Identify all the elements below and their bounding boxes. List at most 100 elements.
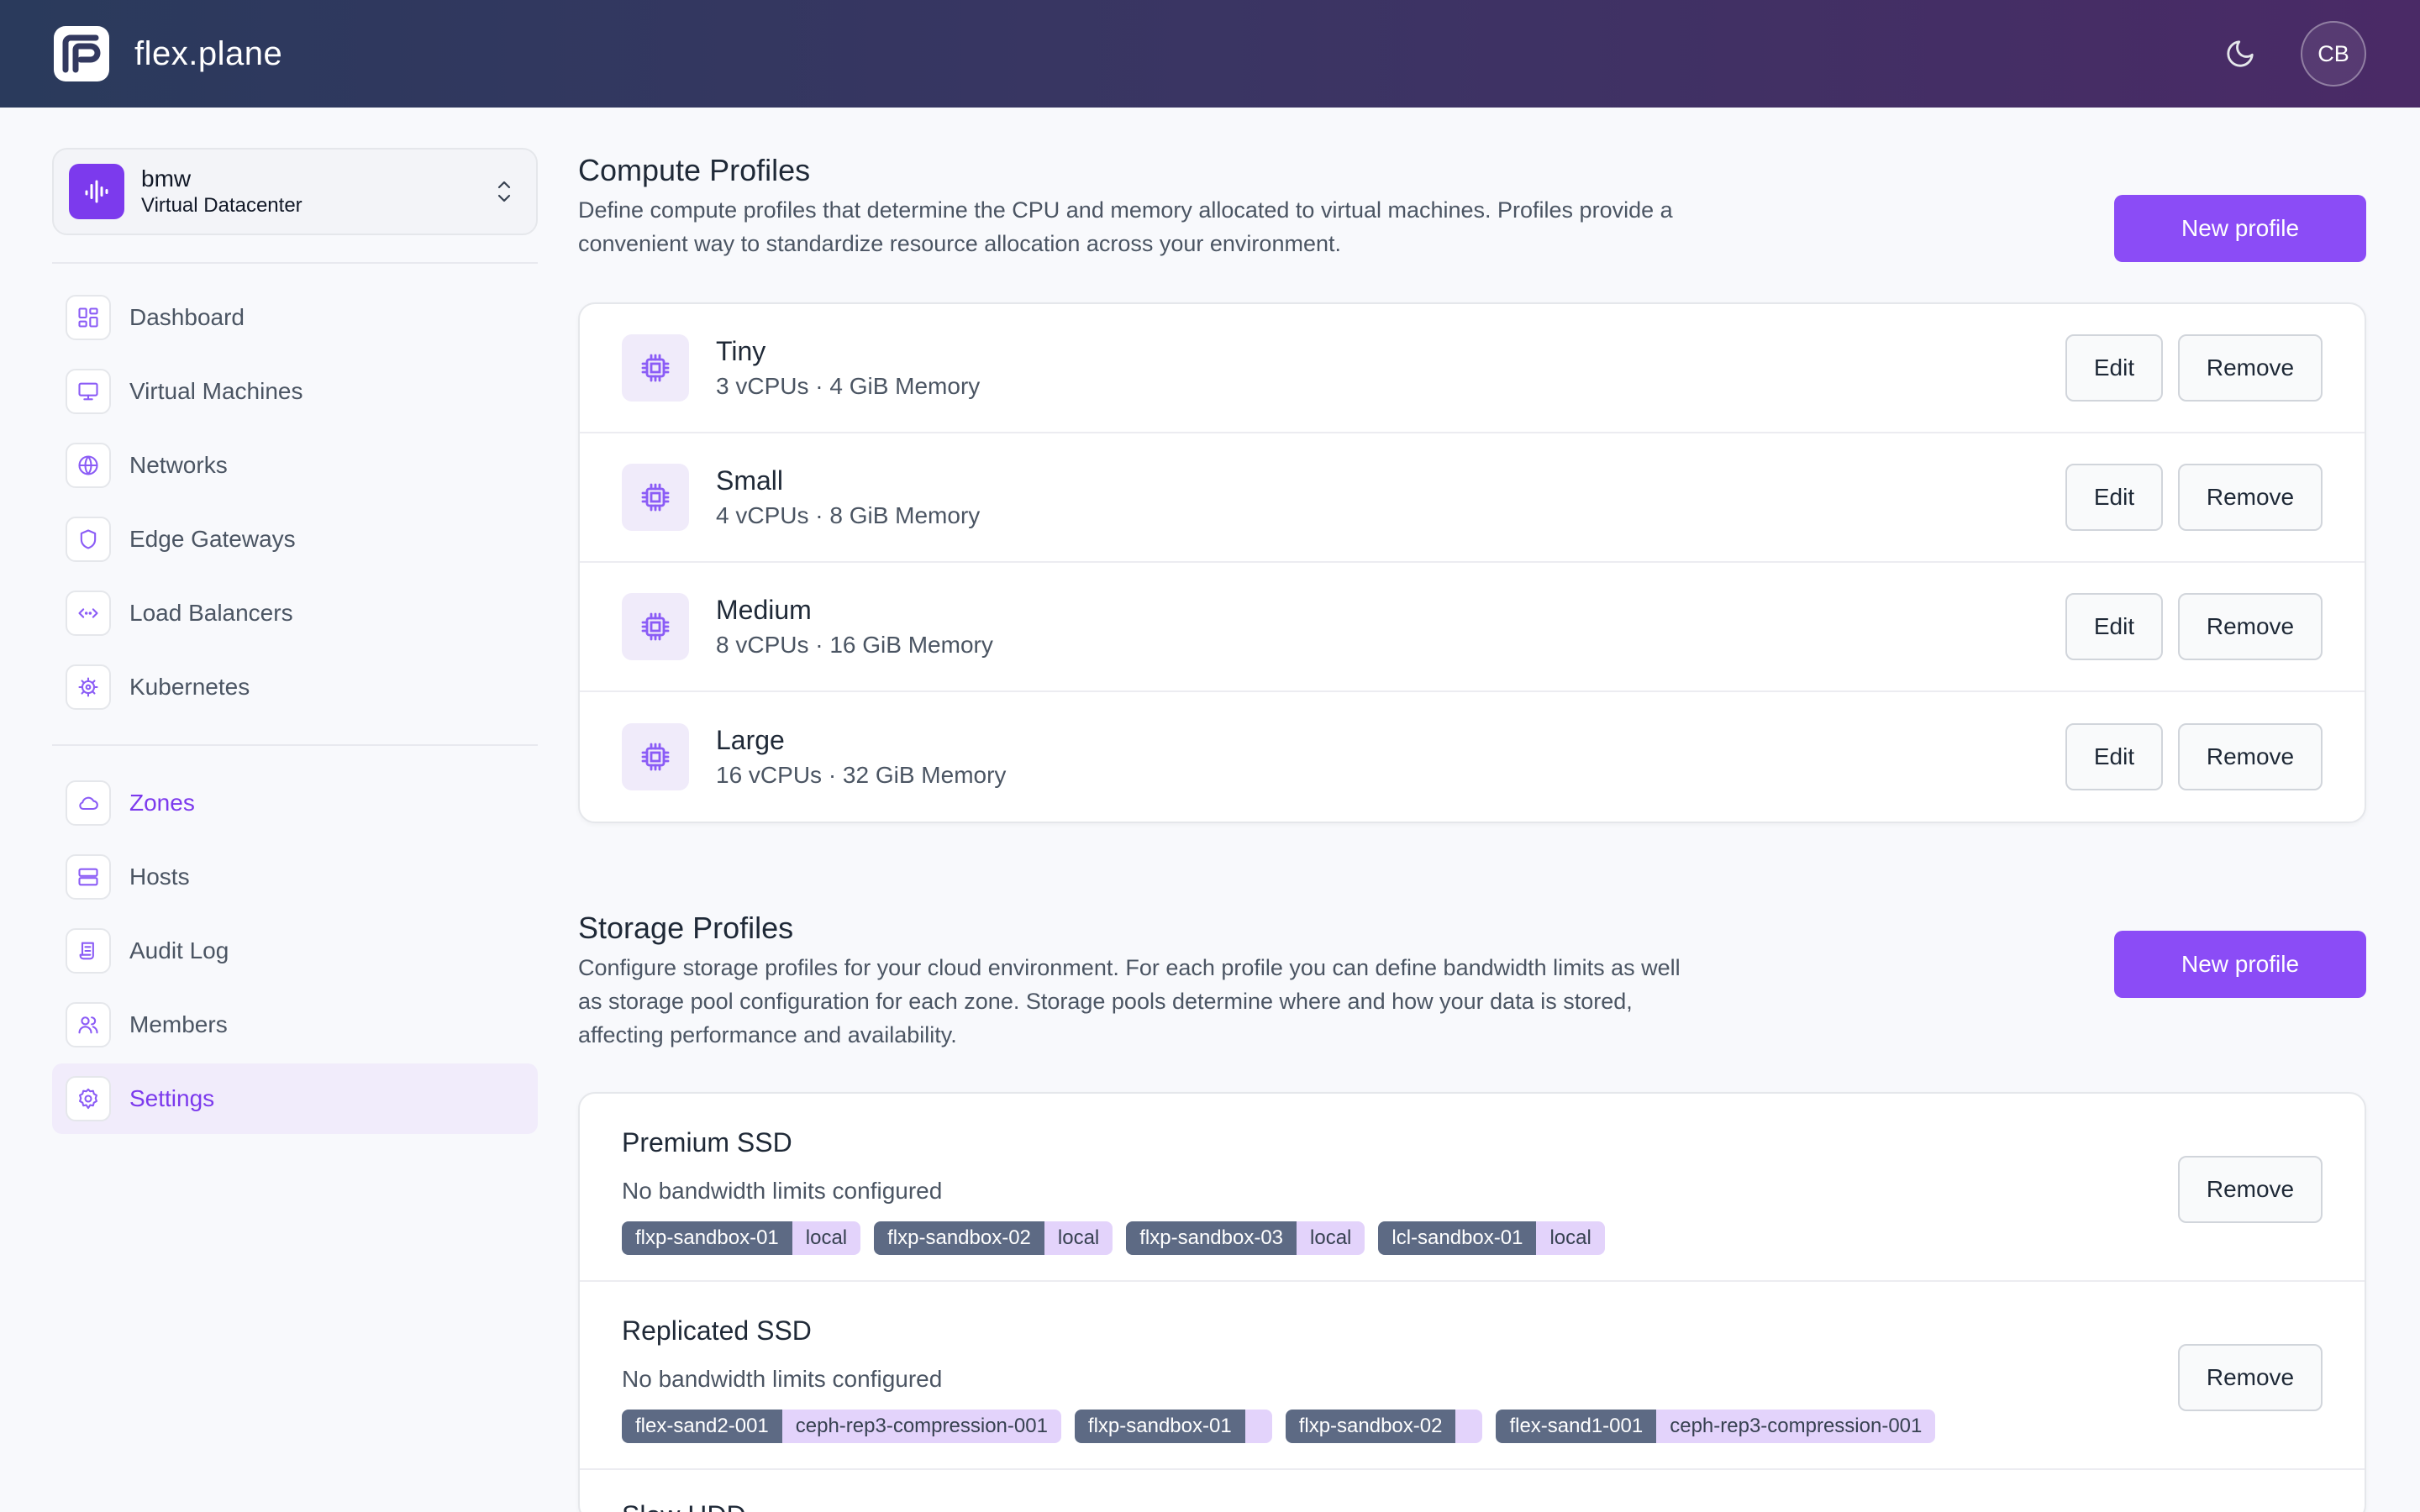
compute-profile-name: Large — [716, 725, 785, 755]
bandwidth-limits-text: No bandwidth limits configured — [622, 1178, 943, 1204]
monitor-icon — [66, 369, 111, 414]
sidebar-item-label: Hosts — [129, 864, 190, 890]
sidebar-item-label: Load Balancers — [129, 600, 293, 626]
sidebar-item-load-balancers[interactable]: Load Balancers — [52, 578, 538, 648]
remove-button[interactable]: Remove — [2178, 723, 2323, 790]
sidebar-item-virtual-machines[interactable]: Virtual Machines — [52, 356, 538, 427]
compute-profile-row: Large 16 vCPUs · 32 GiB Memory Edit Remo… — [580, 692, 2365, 822]
storage-profile-name: Premium SSD — [622, 1127, 792, 1158]
remove-button[interactable]: Remove — [2178, 334, 2323, 402]
pool-tag: flxp-sandbox-01 — [1074, 1410, 1272, 1443]
compute-profile-spec: 4 vCPUs · 8 GiB Memory — [716, 502, 981, 528]
storage-profile-row: Replicated SSD No bandwidth limits confi… — [580, 1282, 2365, 1470]
dashboard-icon — [66, 295, 111, 340]
compute-profiles-title: Compute Profiles — [578, 153, 811, 187]
edit-button[interactable]: Edit — [2065, 593, 2163, 660]
code-arrows-icon — [66, 591, 111, 636]
globe-icon — [66, 443, 111, 488]
pool-tag-host: flxp-sandbox-02 — [874, 1221, 1044, 1255]
compute-profile-text: Medium 8 vCPUs · 16 GiB Memory — [716, 591, 2065, 662]
pool-tag-host: flxp-sandbox-01 — [1074, 1410, 1245, 1443]
pool-tag-host: flex-sand1-001 — [1496, 1410, 1657, 1443]
sidebar-item-dashboard[interactable]: Dashboard — [52, 282, 538, 353]
sidebar-item-members[interactable]: Members — [52, 990, 538, 1060]
waveform-icon — [69, 164, 124, 219]
edit-button[interactable]: Edit — [2065, 723, 2163, 790]
pool-tag: lcl-sandbox-01 local — [1378, 1221, 1605, 1255]
pool-tag-host: flxp-sandbox-02 — [1285, 1410, 1456, 1443]
pool-tag-pool: ceph-rep3-compression-001 — [781, 1410, 1061, 1443]
chevron-up-down-icon — [487, 178, 521, 205]
compute-profile-row: Medium 8 vCPUs · 16 GiB Memory Edit Remo… — [580, 563, 2365, 692]
storage-profiles-description: Configure storage profiles for your clou… — [578, 955, 1681, 1047]
remove-button[interactable]: Remove — [2178, 1344, 2323, 1411]
sidebar-item-audit-log[interactable]: Audit Log — [52, 916, 538, 986]
sidebar-item-zones[interactable]: Zones — [52, 768, 538, 838]
pool-tag-pool — [1244, 1410, 1272, 1443]
storage-pool-tags: flex-sand2-001 ceph-rep3-compression-001… — [622, 1410, 2178, 1443]
edit-button[interactable]: Edit — [2065, 464, 2163, 531]
storage-pool-tags: flxp-sandbox-01 local flxp-sandbox-02 lo… — [622, 1221, 2178, 1255]
remove-button[interactable]: Remove — [2178, 464, 2323, 531]
brand-name: flex.plane — [134, 34, 283, 72]
storage-profile-name: Replicated SSD — [622, 1315, 812, 1346]
pool-tag: flxp-sandbox-01 local — [622, 1221, 861, 1255]
pool-tag-pool: local — [1044, 1221, 1113, 1255]
compute-profile-text: Large 16 vCPUs · 32 GiB Memory — [716, 722, 2065, 792]
pool-tag: flex-sand2-001 ceph-rep3-compression-001 — [622, 1410, 1061, 1443]
sidebar-item-label: Virtual Machines — [129, 378, 303, 404]
compute-profiles-header: Compute Profiles Define compute profiles… — [578, 148, 2366, 262]
edit-button[interactable]: Edit — [2065, 334, 2163, 402]
sidebar-item-label: Audit Log — [129, 937, 229, 963]
pool-tag: flxp-sandbox-02 — [1285, 1410, 1483, 1443]
pool-tag-host: flxp-sandbox-01 — [622, 1221, 792, 1255]
server-icon — [66, 854, 111, 900]
sidebar-divider — [52, 744, 538, 746]
pool-tag: flxp-sandbox-02 local — [874, 1221, 1113, 1255]
storage-profile-body: Premium SSD No bandwidth limits configur… — [622, 1124, 2178, 1255]
storage-profiles-heading: Storage Profiles Configure storage profi… — [578, 906, 1696, 1052]
compute-profile-name: Medium — [716, 595, 812, 625]
datacenter-selector[interactable]: bmw Virtual Datacenter — [52, 148, 538, 235]
flexplane-logo-icon[interactable] — [54, 26, 109, 81]
sidebar-item-hosts[interactable]: Hosts — [52, 842, 538, 912]
compute-profile-text: Tiny 3 vCPUs · 4 GiB Memory — [716, 333, 2065, 403]
sidebar-item-networks[interactable]: Networks — [52, 430, 538, 501]
remove-button[interactable]: Remove — [2178, 593, 2323, 660]
datacenter-text: bmw Virtual Datacenter — [141, 165, 487, 218]
new-compute-profile-button[interactable]: New profile — [2114, 195, 2366, 262]
sidebar-item-settings[interactable]: Settings — [52, 1063, 538, 1134]
sidebar-item-label: Dashboard — [129, 304, 245, 330]
pool-tag-host: flex-sand2-001 — [622, 1410, 782, 1443]
storage-profile-row: Premium SSD No bandwidth limits configur… — [580, 1094, 2365, 1282]
compute-profile-spec: 3 vCPUs · 4 GiB Memory — [716, 373, 981, 399]
new-storage-profile-button[interactable]: New profile — [2114, 931, 2366, 998]
pool-tag-pool: local — [1536, 1221, 1605, 1255]
datacenter-type: Virtual Datacenter — [141, 194, 302, 217]
remove-button[interactable]: Remove — [2178, 1156, 2323, 1223]
top-bar: flex.plane CB — [0, 0, 2420, 108]
storage-profiles-card: Premium SSD No bandwidth limits configur… — [578, 1092, 2366, 1512]
pool-tag-pool — [1455, 1410, 1483, 1443]
compute-profile-row: Small 4 vCPUs · 8 GiB Memory Edit Remove — [580, 433, 2365, 563]
cpu-chip-icon — [622, 723, 689, 790]
cpu-chip-icon — [622, 593, 689, 660]
compute-profiles-card: Tiny 3 vCPUs · 4 GiB Memory Edit Remove … — [578, 302, 2366, 823]
user-avatar[interactable]: CB — [2301, 21, 2366, 87]
sidebar: bmw Virtual Datacenter Dashboard Virtual… — [52, 148, 538, 1137]
sidebar-item-label: Zones — [129, 790, 195, 816]
sidebar-divider — [52, 262, 538, 264]
compute-profile-name: Small — [716, 465, 784, 496]
cpu-chip-icon — [622, 464, 689, 531]
shield-icon — [66, 517, 111, 562]
compute-profile-spec: 8 vCPUs · 16 GiB Memory — [716, 632, 993, 658]
sidebar-item-edge-gateways[interactable]: Edge Gateways — [52, 504, 538, 575]
sidebar-item-label: Members — [129, 1011, 228, 1037]
main-content: Compute Profiles Define compute profiles… — [578, 148, 2366, 1512]
sidebar-item-kubernetes[interactable]: Kubernetes — [52, 652, 538, 722]
cloud-icon — [66, 780, 111, 826]
pool-tag-pool: ceph-rep3-compression-001 — [1656, 1410, 1936, 1443]
storage-profile-name-partial: Slow HDD — [580, 1470, 2365, 1512]
theme-toggle-moon-icon[interactable] — [2213, 27, 2267, 81]
users-icon — [66, 1002, 111, 1047]
